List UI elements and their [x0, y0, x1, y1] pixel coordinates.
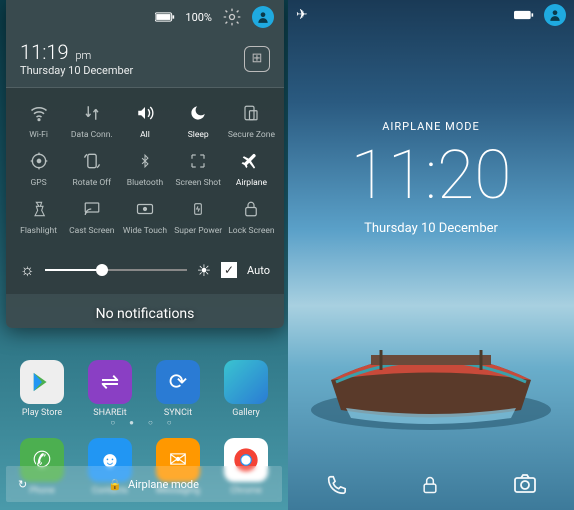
qs-screenshot[interactable]: Screen Shot — [172, 150, 225, 188]
qs-lock[interactable]: Lock Screen — [225, 198, 278, 236]
battery-percent: 100% — [185, 11, 212, 24]
home-app-row: Play Store ⇌SHAREit ⟳SYNCit Gallery — [0, 360, 288, 418]
secure-icon — [240, 102, 262, 124]
data-icon — [81, 102, 103, 124]
wallpaper-boat — [311, 270, 551, 430]
screen-lockscreen: ✈ AIRPLANE MODE 11:20 Thursday 10 Decemb… — [288, 0, 574, 510]
qs-gps[interactable]: GPS — [12, 150, 65, 188]
qs-label: Bluetooth — [127, 178, 163, 188]
wifi-icon — [28, 102, 50, 124]
power-icon — [187, 198, 209, 220]
qs-label: Cast Screen — [69, 226, 114, 236]
page-indicator: ○ ● ○ ○ — [0, 418, 288, 427]
app-shareit[interactable]: ⇌SHAREit — [88, 360, 132, 418]
battery-icon — [514, 10, 534, 20]
app-syncit[interactable]: ⟳SYNCit — [156, 360, 200, 418]
qs-label: Data Conn. — [71, 130, 113, 140]
panel-time: 11:19 pm — [20, 40, 133, 64]
mode-label: AIRPLANE MODE — [288, 120, 574, 133]
qs-sleep[interactable]: Sleep — [172, 102, 225, 140]
lock-date: Thursday 10 December — [288, 221, 574, 236]
brightness-row: ☼ ☀ ✓ Auto — [6, 250, 284, 294]
volume-icon — [134, 102, 156, 124]
phone-shortcut[interactable] — [325, 474, 347, 496]
qs-data[interactable]: Data Conn. — [65, 102, 118, 140]
qs-edit-button[interactable]: ⊞ — [244, 46, 270, 72]
panel-header: 11:19 pm Thursday 10 December ⊞ — [6, 34, 284, 88]
status-bar: ✈ — [296, 4, 566, 26]
wide-icon — [134, 198, 156, 220]
wallpaper-sky — [288, 0, 574, 510]
airplane-mode-icon: ✈ — [296, 7, 308, 23]
lock-time: 11:20 — [288, 141, 574, 209]
cast-icon — [81, 198, 103, 220]
brightness-slider[interactable] — [45, 269, 187, 271]
qs-flash[interactable]: Flashlight — [12, 198, 65, 236]
battery-icon — [155, 12, 175, 22]
qs-label: Screen Shot — [175, 178, 220, 188]
camera-shortcut[interactable] — [513, 474, 537, 496]
app-play-store[interactable]: Play Store — [20, 360, 64, 418]
no-notifications-text: No notifications — [6, 294, 284, 328]
screenshot-icon — [187, 150, 209, 172]
lock-shortcut-row — [288, 474, 574, 496]
lock-clock-block: AIRPLANE MODE 11:20 Thursday 10 December — [288, 120, 574, 236]
airplane-icon: 🔒 — [108, 478, 122, 491]
lock-icon[interactable] — [420, 474, 440, 496]
toast-text: Airplane mode — [128, 478, 199, 491]
sleep-icon — [187, 102, 209, 124]
app-label: SYNCit — [164, 408, 192, 418]
screen-home-with-panel: Play Store ⇌SHAREit ⟳SYNCit Gallery ○ ● … — [0, 0, 288, 510]
bt-icon — [134, 150, 156, 172]
qs-secure[interactable]: Secure Zone — [225, 102, 278, 140]
app-label: SHAREit — [93, 408, 127, 418]
qs-label: All — [140, 130, 150, 140]
qs-cast[interactable]: Cast Screen — [65, 198, 118, 236]
qs-label: Airplane — [236, 178, 267, 188]
qs-label: Wi-Fi — [29, 130, 48, 140]
profile-avatar[interactable] — [252, 6, 274, 28]
qs-label: Wide Touch — [123, 226, 167, 236]
auto-brightness-checkbox[interactable]: ✓ — [221, 262, 237, 278]
toast-airplane-mode[interactable]: ↻ 🔒 Airplane mode — [6, 466, 282, 502]
qs-volume[interactable]: All — [118, 102, 171, 140]
auto-brightness-label: Auto — [247, 264, 270, 277]
rotate-icon — [81, 150, 103, 172]
qs-wide[interactable]: Wide Touch — [118, 198, 171, 236]
panel-date: Thursday 10 December — [20, 64, 133, 77]
qs-rotate[interactable]: Rotate Off — [65, 150, 118, 188]
profile-avatar[interactable] — [544, 4, 566, 26]
app-label: Play Store — [22, 408, 62, 418]
qs-label: GPS — [30, 178, 46, 188]
notification-panel: 100% 11:19 pm Thursday 10 December ⊞ Wi-… — [6, 0, 284, 328]
history-icon: ↻ — [18, 478, 27, 491]
status-bar: 100% — [6, 0, 284, 34]
brightness-high-icon: ☀ — [197, 261, 211, 280]
qs-power[interactable]: Super Power — [172, 198, 225, 236]
qs-label: Rotate Off — [72, 178, 111, 188]
qs-label: Super Power — [174, 226, 222, 236]
qs-label: Sleep — [188, 130, 209, 140]
lock-icon — [240, 198, 262, 220]
app-label: Gallery — [232, 408, 260, 418]
qs-bt[interactable]: Bluetooth — [118, 150, 171, 188]
app-gallery[interactable]: Gallery — [224, 360, 268, 418]
flash-icon — [28, 198, 50, 220]
qs-label: Lock Screen — [228, 226, 274, 236]
qs-airplane[interactable]: Airplane — [225, 150, 278, 188]
qs-label: Flashlight — [20, 226, 57, 236]
brightness-low-icon: ☼ — [20, 260, 35, 280]
qs-label: Secure Zone — [228, 130, 275, 140]
gps-icon — [28, 150, 50, 172]
airplane-icon — [240, 150, 262, 172]
settings-icon[interactable] — [222, 7, 242, 27]
qs-wifi[interactable]: Wi-Fi — [12, 102, 65, 140]
quick-settings-grid: Wi-Fi Data Conn. All Sleep Secure Zone GPS Rot… — [6, 88, 284, 250]
